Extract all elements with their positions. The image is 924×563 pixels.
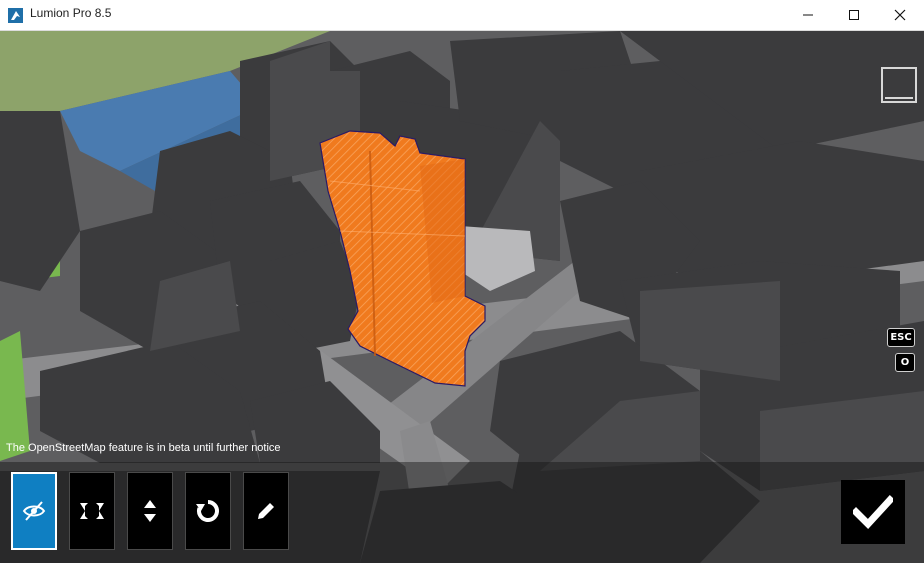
confirm-button[interactable] [841, 480, 905, 544]
rotate-button[interactable] [185, 472, 231, 550]
move-icon [80, 503, 104, 519]
height-icon [144, 500, 156, 522]
close-icon [894, 9, 906, 21]
edit-icon [258, 503, 274, 519]
beta-notice: The OpenStreetMap feature is in beta unt… [6, 442, 281, 454]
rotate-icon [196, 500, 219, 522]
move-button[interactable] [69, 472, 115, 550]
minimize-button[interactable] [785, 0, 831, 31]
minimap-toggle[interactable] [881, 67, 917, 103]
close-button[interactable] [877, 0, 923, 31]
edit-button[interactable] [243, 472, 289, 550]
maximize-icon [849, 10, 859, 20]
adjust-height-button[interactable] [127, 472, 173, 550]
lumion-app-icon [8, 8, 23, 23]
visibility-off-icon [22, 501, 46, 521]
minimize-icon [803, 14, 813, 16]
toggle-visibility-button[interactable] [11, 472, 57, 550]
checkmark-icon [853, 495, 893, 530]
esc-key-hint[interactable]: ESC [887, 328, 915, 347]
window-titlebar: Lumion Pro 8.5 [0, 0, 924, 31]
maximize-button[interactable] [831, 0, 877, 31]
window-title: Lumion Pro 8.5 [30, 6, 112, 20]
o-key-hint[interactable]: O [895, 353, 915, 372]
